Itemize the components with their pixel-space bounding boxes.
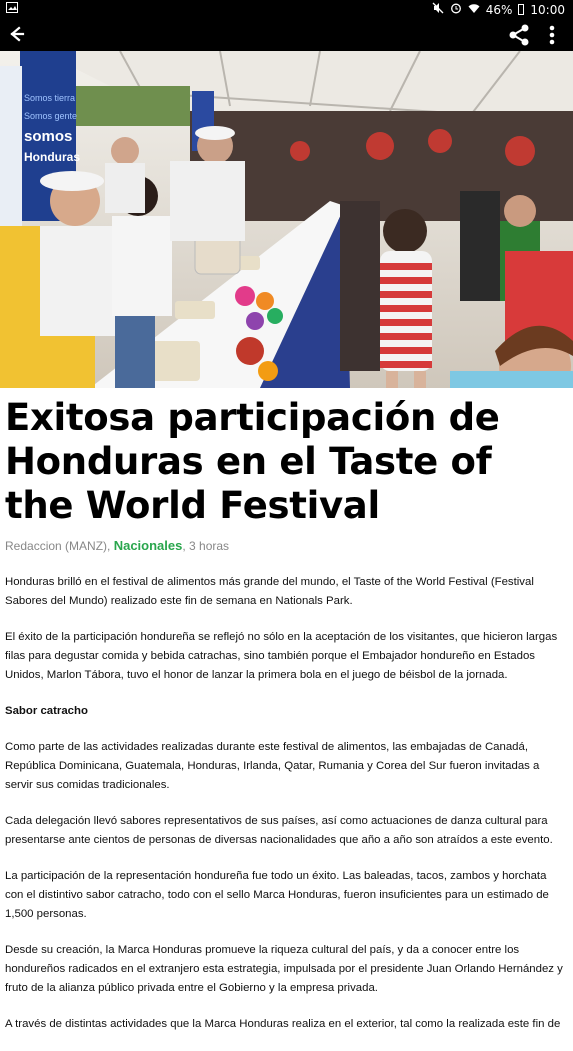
article-meta: Redaccion (MANZ), Nacionales, 3 horas (5, 538, 573, 553)
festival-photo: Somos tierra Somos gente somos Honduras (0, 51, 573, 388)
article-title: Exitosa participación de Honduras en el … (5, 396, 500, 527)
share-icon (509, 24, 529, 46)
mute-icon (432, 2, 444, 17)
paragraph: Honduras brilló en el festival de alimen… (5, 576, 534, 607)
svg-text:Somos tierra: Somos tierra (24, 93, 75, 103)
alarm-icon (450, 2, 462, 17)
article-subheading: Sabor catracho (5, 705, 88, 717)
paragraph: El éxito de la participación hondureña s… (5, 631, 558, 681)
back-arrow-icon (10, 26, 25, 42)
article-time-ago: 3 horas (189, 539, 230, 553)
paragraph: Como parte de las actividades realizadas… (5, 741, 540, 791)
paragraph: Desde su creación, la Marca Honduras pro… (5, 944, 563, 994)
battery-icon (518, 4, 525, 15)
svg-text:Somos gente: Somos gente (24, 111, 77, 121)
article: Exitosa participación de Honduras en el … (0, 388, 573, 1051)
wifi-icon (468, 3, 480, 17)
gallery-notification-icon (6, 2, 18, 16)
paragraph: Cada delegación llevó sabores representa… (5, 815, 553, 846)
status-bar: 46% 10:00 (0, 0, 573, 18)
article-author: Redaccion (MANZ) (5, 539, 108, 553)
article-section-link[interactable]: Nacionales (114, 538, 183, 553)
paragraph: La participación de la representación ho… (5, 870, 549, 920)
meta-separator: , (107, 539, 114, 553)
clock: 10:00 (530, 2, 565, 17)
app-bar (0, 18, 573, 51)
more-vertical-icon (549, 25, 555, 45)
article-hero-image[interactable]: Somos tierra Somos gente somos Honduras (0, 51, 573, 388)
paragraph: A través de distintas actividades que la… (5, 1018, 561, 1030)
share-button[interactable] (505, 21, 533, 49)
svg-text:somos: somos (24, 128, 72, 145)
svg-text:Honduras: Honduras (24, 150, 80, 164)
battery-percent: 46% (485, 2, 513, 17)
more-options-button[interactable] (540, 21, 564, 49)
back-button[interactable] (2, 20, 30, 48)
article-body: Honduras brilló en el festival de alimen… (5, 573, 565, 1034)
